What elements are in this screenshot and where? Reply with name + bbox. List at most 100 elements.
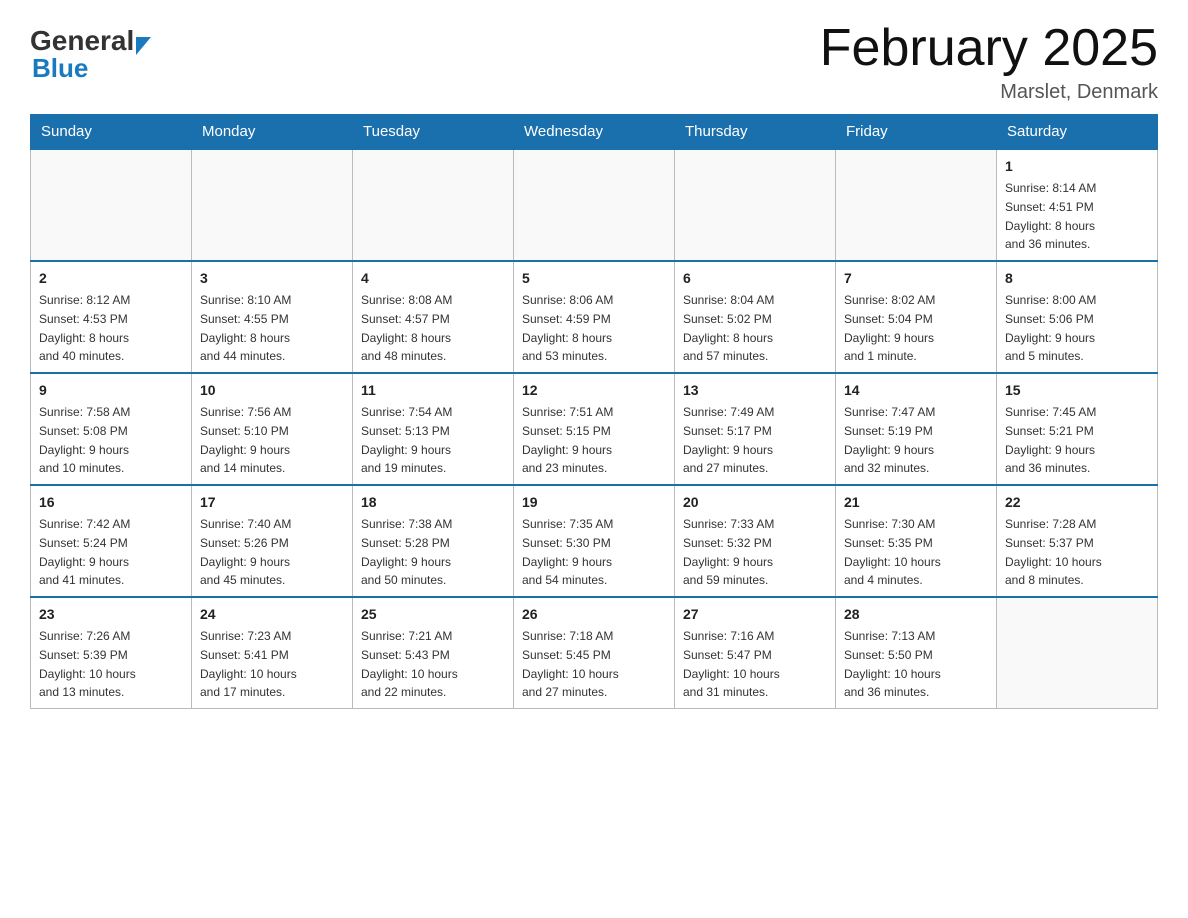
day-number: 28 [844,604,988,625]
day-info: Sunrise: 8:04 AM Sunset: 5:02 PM Dayligh… [683,293,774,363]
calendar-day-cell: 11 Sunrise: 7:54 AM Sunset: 5:13 PM Dayli… [353,373,514,485]
day-number: 18 [361,492,505,513]
calendar-day-cell [675,149,836,261]
calendar-day-cell [997,597,1158,709]
calendar-day-cell: 3 Sunrise: 8:10 AM Sunset: 4:55 PM Daylig… [192,261,353,373]
day-number: 2 [39,268,183,289]
day-info: Sunrise: 8:10 AM Sunset: 4:55 PM Dayligh… [200,293,291,363]
col-header-friday: Friday [836,115,997,150]
day-number: 9 [39,380,183,401]
calendar-day-cell: 17 Sunrise: 7:40 AM Sunset: 5:26 PM Dayli… [192,485,353,597]
calendar-day-cell [192,149,353,261]
calendar-day-cell: 13 Sunrise: 7:49 AM Sunset: 5:17 PM Dayli… [675,373,836,485]
day-number: 3 [200,268,344,289]
calendar-day-cell: 15Sunrise: 7:45 AM Sunset: 5:21 PM Dayli… [997,373,1158,485]
calendar-day-cell: 22 Sunrise: 7:28 AM Sunset: 5:37 PM Dayli… [997,485,1158,597]
logo: General Blue [30,20,151,84]
day-info: Sunrise: 8:12 AM Sunset: 4:53 PM Dayligh… [39,293,130,363]
col-header-wednesday: Wednesday [514,115,675,150]
calendar-day-cell [353,149,514,261]
calendar-day-cell: 20 Sunrise: 7:33 AM Sunset: 5:32 PM Dayli… [675,485,836,597]
calendar-week-row: 9 Sunrise: 7:58 AM Sunset: 5:08 PM Daylig… [31,373,1158,485]
calendar-day-cell: 9 Sunrise: 7:58 AM Sunset: 5:08 PM Daylig… [31,373,192,485]
day-number: 5 [522,268,666,289]
page-header: General Blue February 2025 Marslet, Denm… [30,20,1158,104]
calendar-day-cell: 18 Sunrise: 7:38 AM Sunset: 5:28 PM Dayli… [353,485,514,597]
day-info: Sunrise: 7:21 AM Sunset: 5:43 PM Dayligh… [361,629,458,699]
day-number: 6 [683,268,827,289]
day-info: Sunrise: 8:02 AM Sunset: 5:04 PM Dayligh… [844,293,935,363]
day-info: Sunrise: 8:00 AM Sunset: 5:06 PM Dayligh… [1005,293,1096,363]
calendar-day-cell: 10 Sunrise: 7:56 AM Sunset: 5:10 PM Dayli… [192,373,353,485]
title-section: February 2025 Marslet, Denmark [820,20,1158,104]
day-number: 27 [683,604,827,625]
day-number: 23 [39,604,183,625]
col-header-monday: Monday [192,115,353,150]
day-number: 4 [361,268,505,289]
day-info: Sunrise: 7:13 AM Sunset: 5:50 PM Dayligh… [844,629,941,699]
day-info: Sunrise: 7:40 AM Sunset: 5:26 PM Dayligh… [200,517,291,587]
day-number: 19 [522,492,666,513]
day-number: 14 [844,380,988,401]
calendar-week-row: 23 Sunrise: 7:26 AM Sunset: 5:39 PM Dayli… [31,597,1158,709]
calendar-day-cell [836,149,997,261]
day-number: 21 [844,492,988,513]
day-info: Sunrise: 7:30 AM Sunset: 5:35 PM Dayligh… [844,517,941,587]
calendar-day-cell: 25Sunrise: 7:21 AM Sunset: 5:43 PM Dayli… [353,597,514,709]
month-title: February 2025 [820,20,1158,77]
calendar-day-cell: 6 Sunrise: 8:04 AM Sunset: 5:02 PM Daylig… [675,261,836,373]
col-header-thursday: Thursday [675,115,836,150]
day-info: Sunrise: 7:26 AM Sunset: 5:39 PM Dayligh… [39,629,136,699]
day-number: 20 [683,492,827,513]
col-header-sunday: Sunday [31,115,192,150]
day-info: Sunrise: 7:58 AM Sunset: 5:08 PM Dayligh… [39,405,130,475]
day-number: 15 [1005,380,1149,401]
day-info: Sunrise: 7:42 AM Sunset: 5:24 PM Dayligh… [39,517,130,587]
day-number: 11 [361,380,505,401]
day-info: Sunrise: 7:49 AM Sunset: 5:17 PM Dayligh… [683,405,774,475]
calendar-day-cell: 7 Sunrise: 8:02 AM Sunset: 5:04 PM Daylig… [836,261,997,373]
day-info: Sunrise: 7:23 AM Sunset: 5:41 PM Dayligh… [200,629,297,699]
calendar-day-cell: 16 Sunrise: 7:42 AM Sunset: 5:24 PM Dayli… [31,485,192,597]
calendar-day-cell: 28 Sunrise: 7:13 AM Sunset: 5:50 PM Dayli… [836,597,997,709]
day-info: Sunrise: 7:28 AM Sunset: 5:37 PM Dayligh… [1005,517,1102,587]
day-info: Sunrise: 7:16 AM Sunset: 5:47 PM Dayligh… [683,629,780,699]
day-number: 26 [522,604,666,625]
logo-arrow-icon [136,37,151,55]
day-info: Sunrise: 7:51 AM Sunset: 5:15 PM Dayligh… [522,405,613,475]
calendar-day-cell: 12 Sunrise: 7:51 AM Sunset: 5:15 PM Dayli… [514,373,675,485]
calendar-day-cell [31,149,192,261]
day-number: 16 [39,492,183,513]
location-label: Marslet, Denmark [820,81,1158,104]
calendar-day-cell: 2 Sunrise: 8:12 AM Sunset: 4:53 PM Daylig… [31,261,192,373]
day-number: 1 [1005,156,1149,177]
day-info: Sunrise: 8:06 AM Sunset: 4:59 PM Dayligh… [522,293,613,363]
calendar-day-cell: 1 Sunrise: 8:14 AM Sunset: 4:51 PM Daylig… [997,149,1158,261]
day-number: 7 [844,268,988,289]
day-info: Sunrise: 7:33 AM Sunset: 5:32 PM Dayligh… [683,517,774,587]
day-number: 10 [200,380,344,401]
day-info: Sunrise: 7:54 AM Sunset: 5:13 PM Dayligh… [361,405,452,475]
day-number: 12 [522,380,666,401]
calendar-day-cell: 26Sunrise: 7:18 AM Sunset: 5:45 PM Dayli… [514,597,675,709]
day-number: 8 [1005,268,1149,289]
calendar-day-cell: 4Sunrise: 8:08 AM Sunset: 4:57 PM Daylig… [353,261,514,373]
day-info: Sunrise: 7:38 AM Sunset: 5:28 PM Dayligh… [361,517,452,587]
calendar-table: SundayMondayTuesdayWednesdayThursdayFrid… [30,114,1158,709]
logo-blue-text: Blue [30,53,88,84]
calendar-day-cell: 24 Sunrise: 7:23 AM Sunset: 5:41 PM Dayli… [192,597,353,709]
day-number: 17 [200,492,344,513]
calendar-day-cell: 8 Sunrise: 8:00 AM Sunset: 5:06 PM Daylig… [997,261,1158,373]
day-number: 22 [1005,492,1149,513]
day-number: 24 [200,604,344,625]
calendar-day-cell: 21 Sunrise: 7:30 AM Sunset: 5:35 PM Dayli… [836,485,997,597]
day-info: Sunrise: 7:47 AM Sunset: 5:19 PM Dayligh… [844,405,935,475]
calendar-day-cell: 19Sunrise: 7:35 AM Sunset: 5:30 PM Dayli… [514,485,675,597]
day-info: Sunrise: 8:14 AM Sunset: 4:51 PM Dayligh… [1005,181,1096,251]
day-number: 13 [683,380,827,401]
calendar-week-row: 16 Sunrise: 7:42 AM Sunset: 5:24 PM Dayli… [31,485,1158,597]
col-header-saturday: Saturday [997,115,1158,150]
calendar-day-cell: 27 Sunrise: 7:16 AM Sunset: 5:47 PM Dayli… [675,597,836,709]
day-info: Sunrise: 7:56 AM Sunset: 5:10 PM Dayligh… [200,405,291,475]
calendar-day-cell: 5 Sunrise: 8:06 AM Sunset: 4:59 PM Daylig… [514,261,675,373]
